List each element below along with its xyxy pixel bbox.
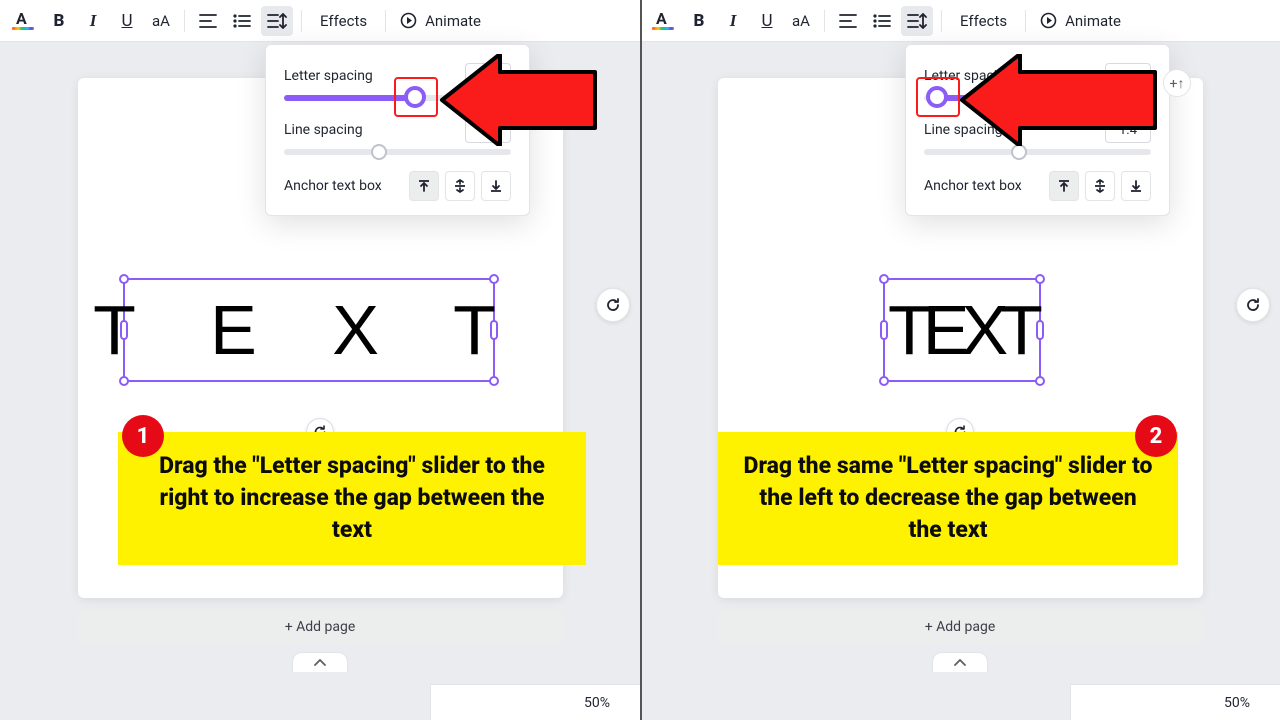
- slider-thumb[interactable]: [1011, 144, 1027, 160]
- anchor-bottom-icon: [1129, 179, 1143, 193]
- add-page-button[interactable]: + Add page: [718, 610, 1203, 644]
- spacing-icon: [267, 13, 287, 29]
- drawer-tab[interactable]: [932, 652, 988, 672]
- line-spacing-label: Line spacing: [284, 122, 363, 138]
- text-selection-box[interactable]: T E X T: [123, 278, 495, 382]
- add-text-fab[interactable]: +↑: [1163, 69, 1191, 97]
- resize-handle[interactable]: [120, 320, 128, 340]
- refresh-icon: [605, 297, 621, 313]
- toolbar-separator: [941, 10, 942, 32]
- resize-handle[interactable]: [119, 274, 129, 284]
- slider-thumb[interactable]: [371, 144, 387, 160]
- spacing-button[interactable]: [261, 6, 293, 36]
- align-icon: [199, 14, 217, 28]
- line-spacing-slider[interactable]: [284, 149, 511, 155]
- bold-button[interactable]: B: [44, 6, 74, 36]
- text-color-button[interactable]: [646, 6, 680, 36]
- effects-button[interactable]: Effects: [310, 6, 377, 36]
- step-badge-1: 1: [122, 415, 164, 457]
- refresh-fab[interactable]: [596, 288, 630, 322]
- resize-handle[interactable]: [879, 274, 889, 284]
- anchor-top-icon: [1057, 179, 1071, 193]
- refresh-fab[interactable]: [1236, 288, 1270, 322]
- resize-handle[interactable]: [1036, 320, 1044, 340]
- bold-button[interactable]: B: [684, 6, 714, 36]
- slider-thumb[interactable]: [404, 86, 426, 108]
- anchor-bottom-button[interactable]: [1121, 171, 1151, 201]
- list-button[interactable]: [227, 6, 257, 36]
- alignment-button[interactable]: [833, 6, 863, 36]
- text-color-button[interactable]: [6, 6, 40, 36]
- list-icon: [233, 14, 251, 28]
- text-selection-box[interactable]: TEXT: [883, 278, 1041, 382]
- resize-handle[interactable]: [879, 376, 889, 386]
- letter-spacing-label: Letter spacing: [284, 68, 373, 84]
- refresh-icon: [1245, 297, 1261, 313]
- text-toolbar: B I U aA Effects Animate: [640, 0, 1280, 42]
- slider-thumb[interactable]: [926, 86, 948, 108]
- toolbar-separator: [385, 10, 386, 32]
- animate-icon: [400, 12, 417, 29]
- list-button[interactable]: [867, 6, 897, 36]
- resize-handle[interactable]: [490, 320, 498, 340]
- animate-icon: [1040, 12, 1057, 29]
- callout-step-1: Drag the "Letter spacing" slider to the …: [118, 432, 586, 565]
- text-color-icon: [12, 27, 34, 30]
- resize-handle[interactable]: [119, 376, 129, 386]
- alignment-button[interactable]: [193, 6, 223, 36]
- chevron-up-icon: [314, 659, 326, 667]
- toolbar-separator: [184, 10, 185, 32]
- resize-handle[interactable]: [489, 274, 499, 284]
- toolbar-separator: [1025, 10, 1026, 32]
- italic-button[interactable]: I: [78, 6, 108, 36]
- resize-handle[interactable]: [489, 376, 499, 386]
- align-icon: [839, 14, 857, 28]
- toolbar-separator: [824, 10, 825, 32]
- anchor-top-icon: [417, 179, 431, 193]
- text-toolbar: B I U aA Effects Animate: [0, 0, 640, 42]
- underline-button[interactable]: U: [112, 6, 142, 36]
- anchor-top-button[interactable]: [1049, 171, 1079, 201]
- anchor-bottom-icon: [489, 179, 503, 193]
- pane-step-2: B I U aA Effects Animate: [640, 0, 1280, 720]
- resize-handle[interactable]: [880, 320, 888, 340]
- text-color-icon: [652, 27, 674, 30]
- sample-text[interactable]: TEXT: [888, 290, 1035, 370]
- pane-step-1: B I U aA Effects Animate: [0, 0, 640, 720]
- italic-button[interactable]: I: [718, 6, 748, 36]
- toolbar-separator: [301, 10, 302, 32]
- anchor-middle-button[interactable]: [445, 171, 475, 201]
- anchor-middle-icon: [453, 179, 467, 193]
- spacing-button[interactable]: [901, 6, 933, 36]
- pane-divider: [640, 0, 642, 720]
- callout-step-2: Drag the same "Letter spacing" slider to…: [718, 432, 1178, 565]
- zoom-bar[interactable]: 50%: [1070, 684, 1280, 720]
- text-case-button[interactable]: aA: [786, 6, 816, 36]
- spacing-icon: [907, 13, 927, 29]
- effects-button[interactable]: Effects: [950, 6, 1017, 36]
- resize-handle[interactable]: [1035, 376, 1045, 386]
- text-case-button[interactable]: aA: [146, 6, 176, 36]
- tutorial-arrow: [960, 54, 1160, 146]
- add-page-button[interactable]: + Add page: [78, 610, 563, 644]
- tutorial-arrow: [440, 54, 600, 146]
- anchor-bottom-button[interactable]: [481, 171, 511, 201]
- anchor-middle-button[interactable]: [1085, 171, 1115, 201]
- drawer-tab[interactable]: [292, 652, 348, 672]
- anchor-middle-icon: [1093, 179, 1107, 193]
- anchor-top-button[interactable]: [409, 171, 439, 201]
- animate-button[interactable]: Animate: [1034, 6, 1131, 36]
- underline-button[interactable]: U: [752, 6, 782, 36]
- line-spacing-slider[interactable]: [924, 149, 1151, 155]
- chevron-up-icon: [954, 659, 966, 667]
- animate-button[interactable]: Animate: [394, 6, 491, 36]
- sample-text[interactable]: T E X T: [93, 290, 524, 370]
- anchor-label: Anchor text box: [284, 178, 382, 194]
- zoom-bar[interactable]: 50%: [430, 684, 640, 720]
- resize-handle[interactable]: [1035, 274, 1045, 284]
- list-icon: [873, 14, 891, 28]
- anchor-label: Anchor text box: [924, 178, 1022, 194]
- step-badge-2: 2: [1135, 415, 1177, 457]
